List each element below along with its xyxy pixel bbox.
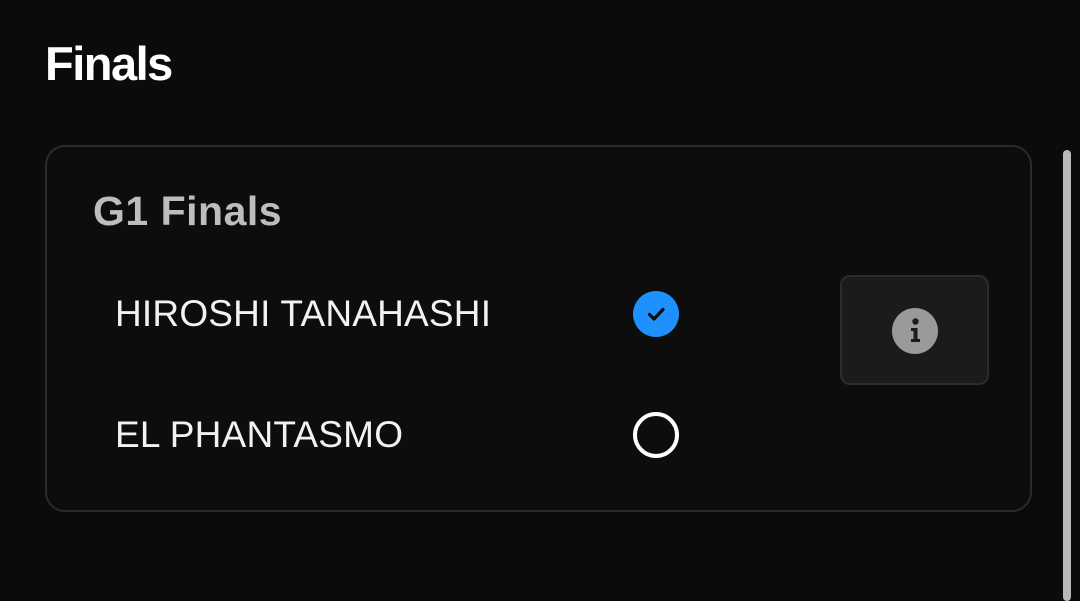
- card-title: G1 Finals: [93, 188, 283, 234]
- option-label: EL PHANTASMO: [115, 414, 404, 455]
- option-label: HIROSHI TANAHASHI: [115, 293, 492, 334]
- info-button[interactable]: [840, 275, 989, 385]
- radio-checked-icon[interactable]: [633, 291, 679, 337]
- option-hiroshi-tanahashi[interactable]: HIROSHI TANAHASHI: [115, 282, 685, 346]
- match-card: G1 Finals HIROSHI TANAHASHI EL PHANTASMO: [45, 145, 1032, 512]
- info-icon: [892, 308, 938, 354]
- option-el-phantasmo[interactable]: EL PHANTASMO: [115, 403, 685, 467]
- radio-unchecked-icon[interactable]: [633, 412, 679, 458]
- scrollbar[interactable]: [1063, 150, 1071, 601]
- page-title: Finals: [45, 37, 173, 90]
